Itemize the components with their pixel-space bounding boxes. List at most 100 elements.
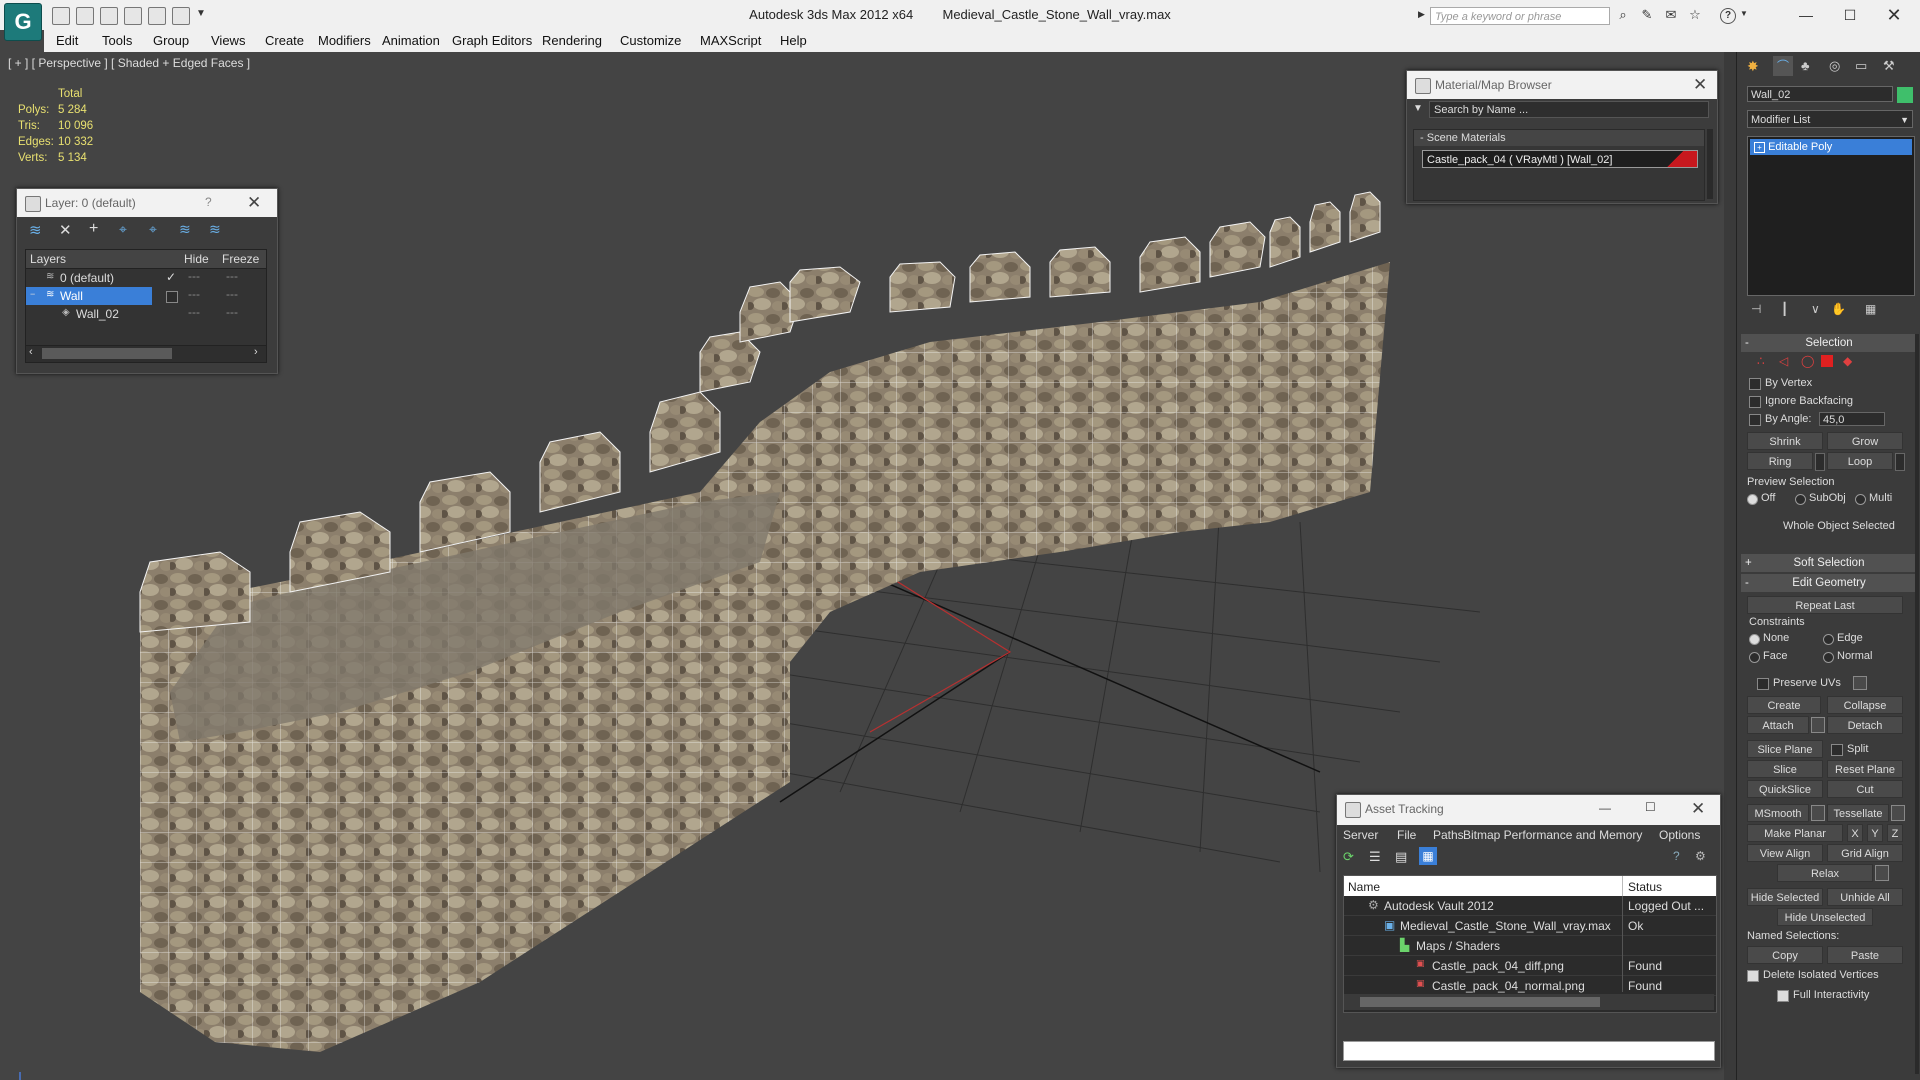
menu-views[interactable]: Views: [211, 33, 245, 48]
attach-button[interactable]: Attach: [1747, 716, 1809, 734]
object-name-field[interactable]: Wall_02: [1747, 86, 1893, 102]
relax-button[interactable]: Relax: [1777, 864, 1873, 882]
communication-icon[interactable]: ✉: [1664, 8, 1678, 22]
edit-geometry-rollout-header[interactable]: - Edit Geometry: [1741, 574, 1917, 592]
scroll-left-icon[interactable]: ‹: [29, 346, 33, 358]
menu-tools[interactable]: Tools: [102, 33, 132, 48]
help-dropdown-icon[interactable]: ▼: [1740, 9, 1748, 18]
slice-plane-button[interactable]: Slice Plane: [1747, 740, 1823, 758]
horizontal-scrollbar[interactable]: [1344, 994, 1714, 1010]
keyword-search-input[interactable]: Type a keyword or phrase: [1430, 7, 1610, 25]
motion-tab-icon[interactable]: ◎: [1829, 58, 1840, 74]
scrollbar-thumb[interactable]: [42, 348, 172, 359]
material-browser-titlebar[interactable]: Material/Map Browser ✕: [1407, 71, 1717, 99]
constraint-none-radio[interactable]: [1749, 634, 1760, 645]
selection-rollout-header[interactable]: - Selection: [1741, 334, 1917, 352]
tessellate-button[interactable]: Tessellate: [1827, 804, 1889, 822]
menu-rendering[interactable]: Rendering: [542, 33, 602, 48]
grid-align-button[interactable]: Grid Align: [1827, 844, 1903, 862]
grow-button[interactable]: Grow: [1827, 432, 1903, 450]
make-unique-icon[interactable]: ∨: [1811, 302, 1820, 316]
repeat-last-button[interactable]: Repeat Last: [1747, 596, 1903, 614]
full-interactivity-checkbox[interactable]: [1777, 990, 1789, 1002]
constraint-edge-radio[interactable]: [1823, 634, 1834, 645]
attach-list-icon[interactable]: [1811, 717, 1825, 733]
hide-all-icon[interactable]: ≋: [179, 221, 191, 238]
select-objects-icon[interactable]: ⌖: [119, 221, 127, 238]
vertex-level-icon[interactable]: ∴: [1757, 354, 1765, 368]
split-checkbox[interactable]: [1831, 744, 1843, 756]
settings-icon[interactable]: ⚙: [1695, 849, 1706, 863]
collapse-button[interactable]: Collapse: [1827, 696, 1903, 714]
menu-graph-editors[interactable]: Graph Editors: [452, 33, 532, 48]
object-color-swatch[interactable]: [1897, 87, 1913, 103]
menu-maxscript[interactable]: MAXScript: [700, 33, 761, 48]
pin-stack-icon[interactable]: ⊣: [1751, 302, 1761, 316]
column-layers[interactable]: Layers: [30, 252, 66, 266]
add-to-layer-icon[interactable]: +: [89, 220, 98, 238]
hide-toggle[interactable]: ---: [188, 305, 200, 319]
layer-row[interactable]: ≋ 0 (default) ✓ --- ---: [26, 269, 266, 287]
delete-isolated-checkbox[interactable]: [1747, 970, 1759, 982]
hide-selected-button[interactable]: Hide Selected: [1747, 888, 1823, 906]
viewport-label[interactable]: [ + ] [ Perspective ] [ Shaded + Edged F…: [8, 56, 250, 70]
tree-view-icon[interactable]: ▤: [1395, 849, 1407, 865]
search-expand-icon[interactable]: ▶: [1418, 9, 1425, 20]
display-tab-icon[interactable]: ▭: [1855, 58, 1867, 74]
material-entry[interactable]: Castle_pack_04 ( VRayMtl ) [Wall_02]: [1422, 150, 1698, 168]
edge-level-icon[interactable]: ◁: [1779, 354, 1788, 368]
column-hide[interactable]: Hide: [184, 252, 209, 266]
current-layer-checkbox[interactable]: [166, 291, 178, 303]
maximize-icon[interactable]: ☐: [1645, 800, 1656, 814]
preserve-uvs-checkbox[interactable]: [1757, 678, 1769, 690]
ring-button[interactable]: Ring: [1747, 452, 1813, 470]
menu-customize[interactable]: Customize: [620, 33, 681, 48]
freeze-all-icon[interactable]: ≋: [209, 221, 221, 238]
angle-spinner[interactable]: 45,0: [1819, 412, 1885, 426]
msmooth-button[interactable]: MSmooth: [1747, 804, 1809, 822]
create-button[interactable]: Create: [1747, 696, 1821, 714]
freeze-toggle[interactable]: ---: [226, 305, 238, 319]
menu-animation[interactable]: Animation: [382, 33, 440, 48]
constraint-normal-radio[interactable]: [1823, 652, 1834, 663]
layer-row[interactable]: ◈ Wall_02 --- ---: [26, 305, 266, 323]
scrollbar-thumb[interactable]: [1360, 997, 1600, 1007]
slice-button[interactable]: Slice: [1747, 760, 1823, 778]
quickslice-button[interactable]: QuickSlice: [1747, 780, 1823, 798]
maximize-icon[interactable]: ☐: [1830, 4, 1870, 26]
hierarchy-tab-icon[interactable]: ♣: [1801, 58, 1810, 73]
preview-off-radio[interactable]: [1747, 494, 1758, 505]
planar-z-button[interactable]: Z: [1887, 824, 1903, 842]
relax-settings-icon[interactable]: [1875, 865, 1889, 881]
tessellate-settings-icon[interactable]: [1891, 805, 1905, 821]
3ds-max-logo-icon[interactable]: G: [4, 3, 42, 41]
preview-subobj-radio[interactable]: [1795, 494, 1806, 505]
horizontal-scrollbar[interactable]: ‹ ›: [25, 345, 267, 363]
layer-window-titlebar[interactable]: Layer: 0 (default) ? ✕: [17, 189, 277, 217]
soft-selection-rollout-header[interactable]: + Soft Selection: [1741, 554, 1917, 572]
cut-button[interactable]: Cut: [1827, 780, 1903, 798]
by-vertex-checkbox[interactable]: [1749, 378, 1761, 390]
menu-paths[interactable]: Paths: [1433, 828, 1464, 842]
list-view-icon[interactable]: ☰: [1369, 849, 1381, 865]
asset-tracking-titlebar[interactable]: Asset Tracking — ☐ ✕: [1337, 795, 1720, 825]
menu-file[interactable]: File: [1397, 828, 1416, 842]
subscription-icon[interactable]: ✎: [1640, 8, 1654, 22]
asset-path-field[interactable]: [1343, 1041, 1715, 1061]
hide-unselected-button[interactable]: Hide Unselected: [1777, 908, 1873, 926]
make-planar-button[interactable]: Make Planar: [1747, 824, 1843, 842]
asset-row[interactable]: ▣ Castle_pack_04_normal.png Found: [1344, 976, 1716, 996]
command-panel-scrollbar[interactable]: [1915, 334, 1919, 1074]
delete-layer-icon[interactable]: ✕: [59, 221, 72, 239]
current-layer-check-icon[interactable]: ✓: [166, 270, 176, 284]
column-name[interactable]: Name: [1348, 880, 1380, 894]
menu-options[interactable]: Options: [1659, 828, 1700, 842]
asset-row[interactable]: ▙ Maps / Shaders: [1344, 936, 1716, 956]
preserve-uvs-settings-icon[interactable]: [1853, 676, 1867, 690]
refresh-icon[interactable]: ⟳: [1343, 849, 1354, 865]
freeze-toggle[interactable]: ---: [226, 287, 238, 301]
constraint-face-radio[interactable]: [1749, 652, 1760, 663]
close-icon[interactable]: ✕: [1693, 75, 1707, 95]
asset-row[interactable]: ⚙ Autodesk Vault 2012 Logged Out ...: [1344, 896, 1716, 916]
create-layer-icon[interactable]: ≋: [29, 221, 42, 239]
